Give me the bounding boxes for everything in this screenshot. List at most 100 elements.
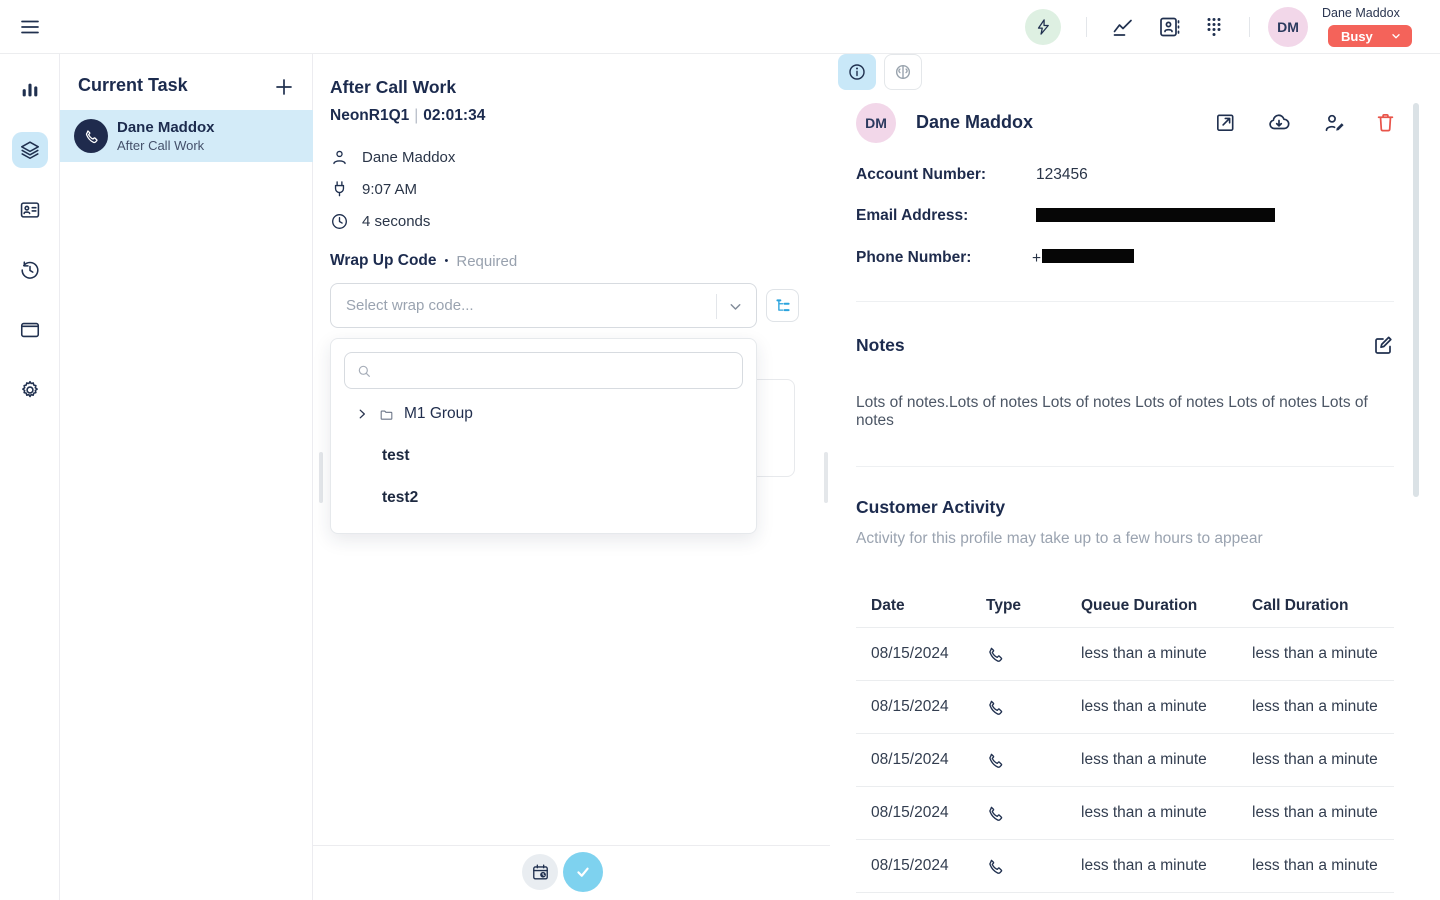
quick-actions-button[interactable] (1025, 9, 1061, 45)
contacts-icon[interactable] (1157, 15, 1181, 39)
edit-notes-button[interactable] (1371, 333, 1395, 357)
table-row: 08/15/2024 less than a minute less than … (856, 840, 1394, 893)
select-placeholder: Select wrap code... (346, 297, 474, 314)
cell-call-duration: less than a minute (1252, 698, 1394, 716)
tree-icon (774, 297, 792, 315)
wrap-up-code-label: Wrap Up Code (330, 252, 437, 270)
wrap-code-dropdown: M1 Group test test2 (330, 338, 757, 534)
topbar-divider (1249, 17, 1250, 37)
task-contact-name: Dane Maddox (117, 119, 215, 136)
cell-date: 08/15/2024 (871, 698, 986, 716)
tree-view-button[interactable] (766, 289, 799, 322)
notes-text: Lots of notes.Lots of notes Lots of note… (856, 394, 1401, 430)
nav-tasks-icon[interactable] (12, 132, 48, 168)
nav-browser-icon[interactable] (12, 312, 48, 348)
tab-profile-info[interactable] (838, 54, 876, 90)
schedule-callback-button[interactable] (522, 854, 558, 890)
cell-date: 08/15/2024 (871, 751, 986, 769)
column-header: Call Duration (1252, 597, 1394, 615)
table-row: 08/15/2024 less than a minute less than … (856, 681, 1394, 734)
nav-contacts-icon[interactable] (12, 192, 48, 228)
open-in-new-button[interactable] (1214, 111, 1237, 134)
divider (856, 301, 1394, 302)
dropdown-option[interactable]: test (382, 441, 410, 471)
panel-title: Current Task (78, 75, 188, 96)
task-code: NeonR1Q1 (330, 107, 409, 124)
person-icon (330, 148, 349, 167)
task-list-item[interactable]: Dane Maddox After Call Work (60, 110, 313, 162)
cell-date: 08/15/2024 (871, 857, 986, 875)
left-nav-rail (0, 54, 60, 900)
scrollbar-thumb[interactable] (824, 452, 828, 503)
top-bar: DM Dane Maddox Busy (0, 0, 1440, 54)
dropdown-option[interactable]: test2 (382, 483, 418, 513)
topbar-divider (1086, 17, 1087, 37)
edit-contact-button[interactable] (1322, 111, 1346, 135)
complete-task-button[interactable] (563, 852, 603, 892)
phone-icon (986, 698, 1081, 717)
wrap-up-code-label-row: Wrap Up Code • Required (330, 252, 517, 270)
agent-name: Dane Maddox (362, 149, 455, 166)
field-label: Email Address: (856, 207, 968, 224)
hamburger-menu-icon[interactable] (18, 15, 42, 39)
current-task-panel: Current Task Dane Maddox After Call Work (60, 54, 313, 900)
table-row: 08/15/2024 less than a minute less than … (856, 734, 1394, 787)
dialpad-icon[interactable] (1202, 15, 1226, 39)
dropdown-search-input[interactable] (344, 352, 743, 389)
cell-date: 08/15/2024 (871, 804, 986, 822)
add-task-button[interactable] (272, 75, 296, 99)
app-window: DM Dane Maddox Busy (0, 0, 1440, 900)
column-header: Type (986, 597, 1081, 615)
separator: | (409, 107, 423, 124)
task-timer: 02:01:34 (423, 107, 485, 124)
field-label: Account Number: (856, 166, 986, 183)
table-row: 08/15/2024 less than a minute less than … (856, 787, 1394, 840)
connect-time-row: 9:07 AM (330, 178, 417, 200)
duration-row: 4 seconds (330, 210, 430, 232)
divider (313, 845, 830, 846)
agent-row: Dane Maddox (330, 146, 455, 168)
tab-ai-insights[interactable] (884, 54, 922, 90)
cell-call-duration: less than a minute (1252, 804, 1394, 822)
contact-name: Dane Maddox (916, 112, 1033, 133)
redacted-value (1036, 207, 1275, 227)
delete-contact-button[interactable] (1374, 111, 1397, 134)
contact-avatar: DM (856, 103, 896, 143)
wrap-code-select[interactable]: Select wrap code... (330, 283, 757, 328)
analytics-icon[interactable] (1111, 15, 1135, 39)
cell-queue-duration: less than a minute (1081, 698, 1252, 716)
activity-table: Date Type Queue Duration Call Duration 0… (856, 584, 1394, 893)
calendar-clock-icon (531, 863, 550, 882)
brain-icon (893, 62, 913, 82)
nav-settings-icon[interactable] (12, 372, 48, 408)
search-icon (356, 363, 372, 379)
table-header-row: Date Type Queue Duration Call Duration (856, 584, 1394, 628)
nav-history-icon[interactable] (12, 252, 48, 288)
dropdown-option-group[interactable]: M1 Group (331, 399, 756, 429)
status-dropdown-button[interactable]: Busy (1328, 25, 1412, 47)
cell-call-duration: less than a minute (1252, 645, 1394, 663)
lightning-icon (1034, 18, 1052, 36)
task-detail-panel: After Call Work NeonR1Q1|02:01:34 Dane M… (313, 54, 830, 900)
task-detail-title: After Call Work (330, 77, 456, 98)
bullet: • (445, 255, 449, 267)
phone-icon (986, 804, 1081, 823)
check-icon (573, 862, 593, 882)
cell-queue-duration: less than a minute (1081, 751, 1252, 769)
phone-icon (986, 645, 1081, 664)
redacted-value: + (1032, 249, 1134, 268)
scrollbar-thumb[interactable] (319, 452, 323, 503)
field-value: 123456 (1036, 166, 1088, 184)
nav-dashboard-icon[interactable] (12, 72, 48, 108)
field-email: Email Address: (856, 207, 968, 225)
task-type-label: After Call Work (117, 138, 204, 153)
chevron-right-icon (355, 407, 369, 421)
field-label: Phone Number: (856, 249, 971, 266)
user-avatar[interactable]: DM (1268, 7, 1308, 47)
phone-prefix: + (1032, 250, 1041, 267)
scrollbar-thumb[interactable] (1413, 103, 1419, 497)
chevron-down-icon (727, 298, 744, 315)
connect-time: 9:07 AM (362, 181, 417, 198)
field-phone: Phone Number: + (856, 249, 971, 267)
download-profile-button[interactable] (1267, 111, 1291, 135)
